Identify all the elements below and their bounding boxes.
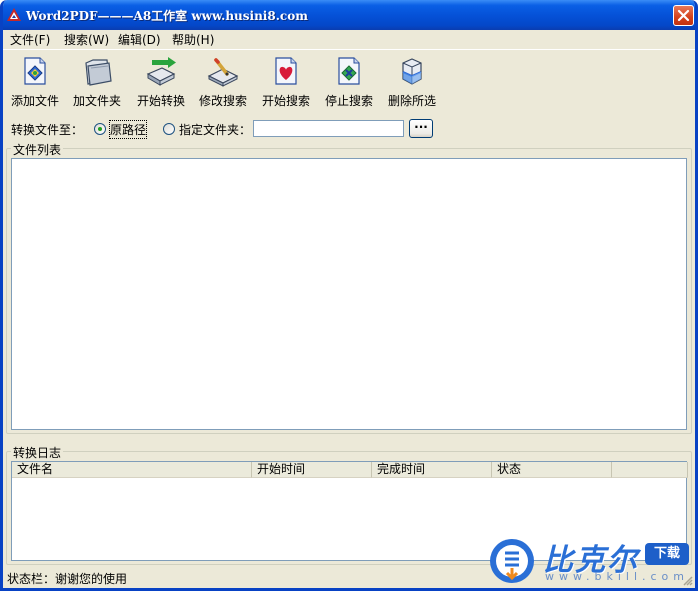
- radio-custom-folder-label[interactable]: 指定文件夹：: [179, 121, 251, 138]
- app-window: Word2PDF———A8工作室 www.husini8.com 文件(F) 搜…: [0, 0, 698, 591]
- close-button[interactable]: [673, 5, 694, 26]
- menu-search[interactable]: 搜索(W): [64, 32, 109, 48]
- column-header-status[interactable]: 状态: [492, 462, 612, 478]
- convert-to-label: 转换文件至：: [11, 123, 84, 137]
- watermark-badge: 下载: [645, 543, 689, 565]
- browse-folder-button[interactable]: ···: [409, 119, 433, 138]
- radio-custom-folder[interactable]: [163, 123, 175, 135]
- column-header-extra[interactable]: [612, 462, 688, 478]
- title-bar[interactable]: Word2PDF———A8工作室 www.husini8.com: [3, 0, 695, 30]
- start-convert-label: 开始转换: [136, 94, 185, 108]
- watermark-logo-icon: [490, 539, 534, 583]
- stop-search-icon: [338, 57, 360, 85]
- delete-selected-label: 删除所选: [387, 94, 436, 108]
- menu-bar: 文件(F) 搜索(W) 编辑(D) 帮助(H): [3, 30, 695, 50]
- stop-search-button[interactable]: 停止搜索: [319, 54, 379, 108]
- start-search-icon: [275, 57, 297, 85]
- edit-search-button[interactable]: 修改搜索: [193, 54, 253, 108]
- start-convert-icon: [146, 57, 176, 86]
- watermark: 比克尔 下载 www.bkill.com: [485, 535, 695, 588]
- log-title: 转换日志: [11, 444, 64, 461]
- start-convert-button[interactable]: 开始转换: [131, 54, 191, 108]
- radio-original-path-label[interactable]: 原路径: [108, 120, 148, 139]
- add-folder-button[interactable]: 加文件夹: [67, 54, 127, 108]
- status-text: 状态栏：谢谢您的使用: [7, 572, 128, 586]
- add-file-label: 添加文件: [10, 94, 59, 108]
- edit-search-icon: [207, 58, 239, 87]
- menu-edit[interactable]: 编辑(D): [118, 32, 161, 48]
- convert-to-row: 转换文件至： 原路径 指定文件夹： ···: [3, 118, 695, 140]
- add-folder-icon: [85, 59, 112, 86]
- delete-selected-button[interactable]: 删除所选: [382, 54, 442, 108]
- folder-path-input[interactable]: [253, 120, 404, 137]
- add-file-icon: [24, 57, 46, 85]
- start-search-label: 开始搜索: [261, 94, 310, 108]
- column-header-filename[interactable]: 文件名: [12, 462, 252, 478]
- edit-search-label: 修改搜索: [198, 94, 247, 108]
- delete-selected-icon: [402, 58, 422, 85]
- column-header-start-time[interactable]: 开始时间: [252, 462, 372, 478]
- watermark-url: www.bkill.com: [545, 570, 689, 583]
- file-list-title: 文件列表: [11, 141, 64, 158]
- log-header-row: 文件名 开始时间 完成时间 状态: [12, 462, 688, 478]
- add-folder-label: 加文件夹: [72, 94, 121, 108]
- app-icon: [7, 8, 21, 21]
- file-list-group: 文件列表: [6, 141, 692, 434]
- file-list[interactable]: [11, 158, 687, 430]
- add-file-button[interactable]: 添加文件: [5, 54, 65, 108]
- start-search-button[interactable]: 开始搜索: [256, 54, 316, 108]
- toolbar: 添加文件 加文件夹 开始转换 修改搜索 开始搜索 停止搜索 删除所选: [3, 51, 695, 109]
- radio-original-path[interactable]: [94, 123, 106, 135]
- menu-file[interactable]: 文件(F): [10, 32, 50, 48]
- column-header-end-time[interactable]: 完成时间: [372, 462, 492, 478]
- close-icon: [677, 9, 690, 22]
- window-title: Word2PDF———A8工作室 www.husini8.com: [26, 9, 308, 23]
- menu-help[interactable]: 帮助(H): [172, 32, 214, 48]
- stop-search-label: 停止搜索: [324, 94, 373, 108]
